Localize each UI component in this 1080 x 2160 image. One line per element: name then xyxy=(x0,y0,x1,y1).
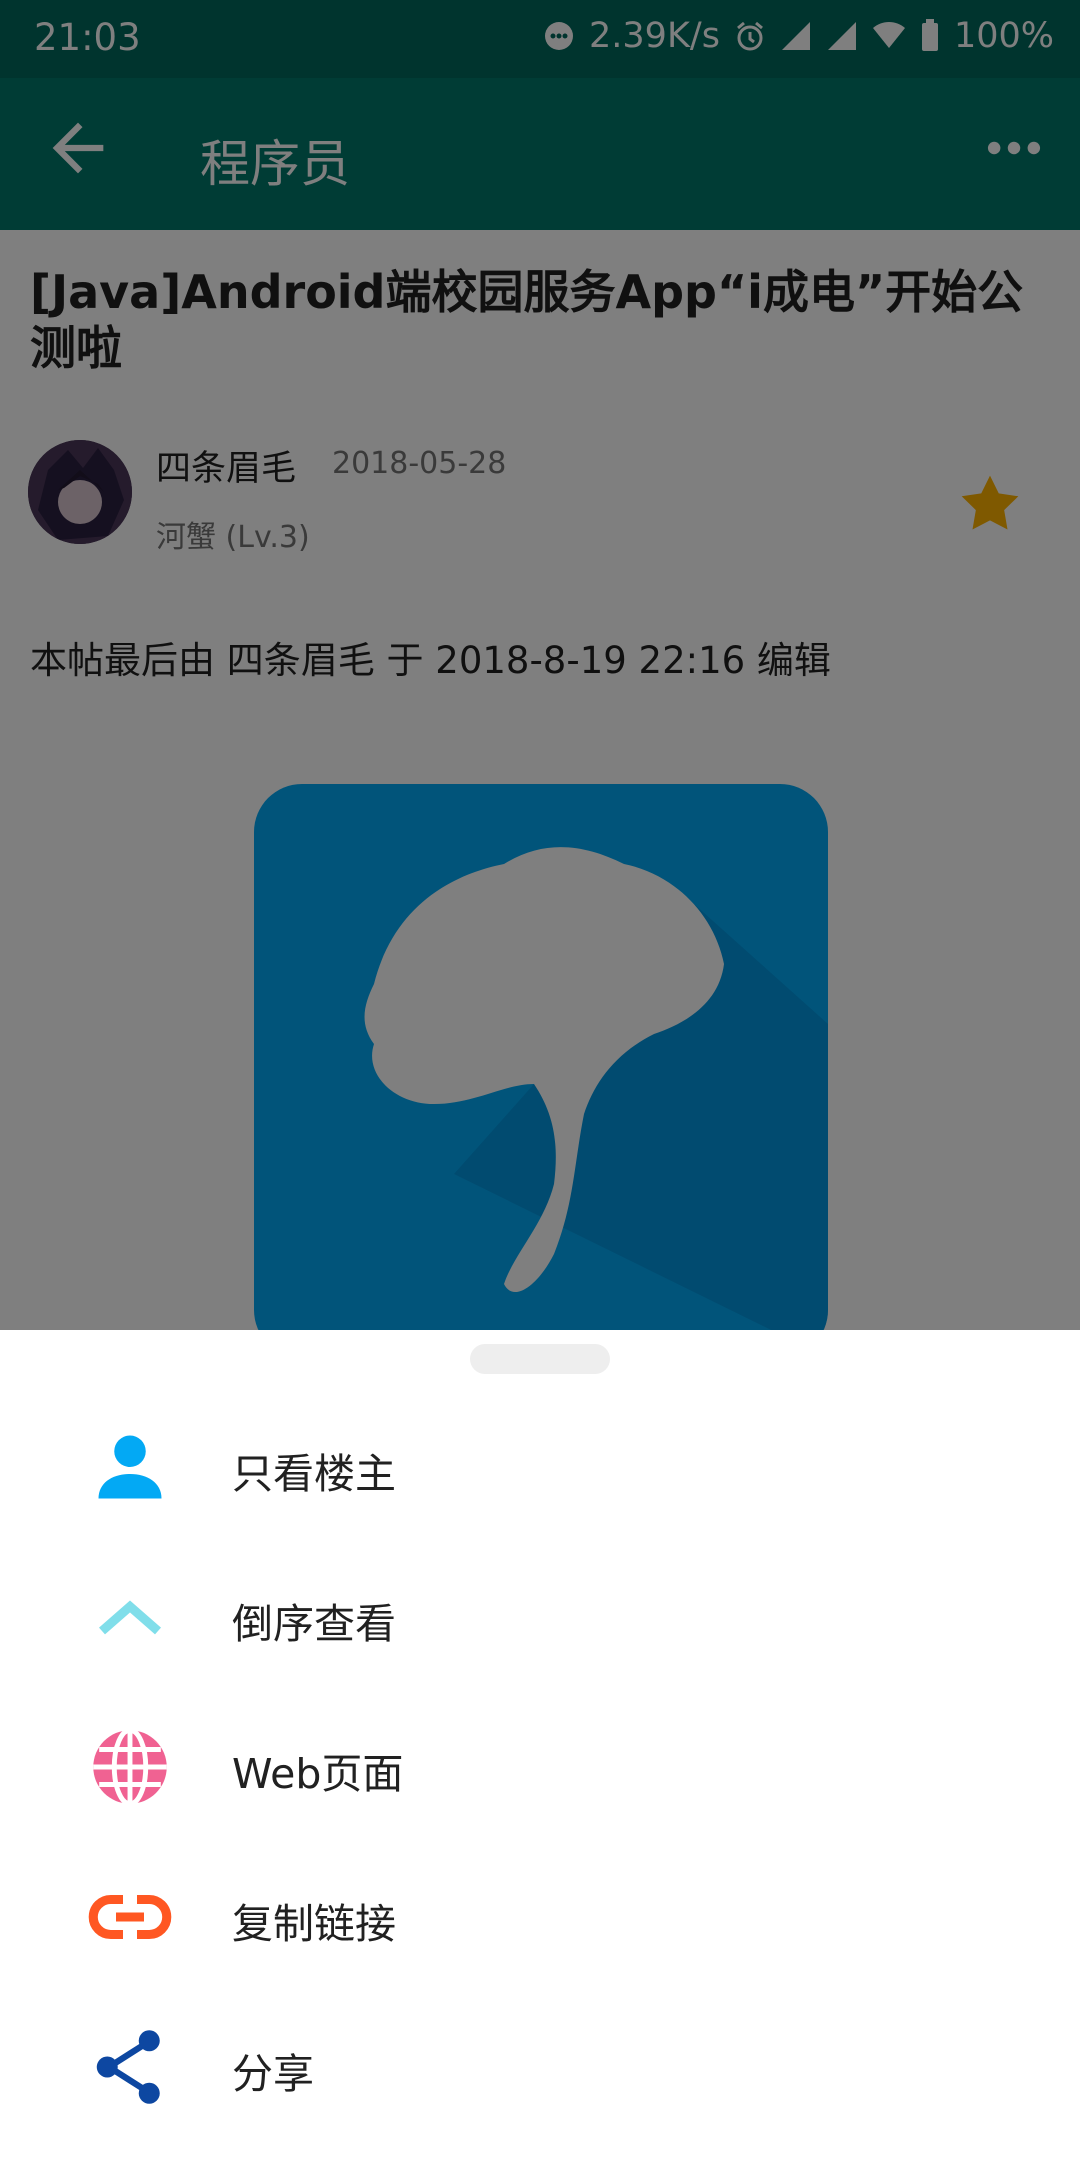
menu-item-reverse-order[interactable]: 倒序查看 xyxy=(0,1540,1080,1690)
share-icon xyxy=(96,2030,160,2104)
bottom-sheet: 只看楼主 倒序查看 Web页面 复制链接 分享 xyxy=(0,1330,1080,2160)
menu-label: 复制链接 xyxy=(232,1900,396,1948)
person-icon xyxy=(98,1435,162,1499)
chevron-up-icon xyxy=(99,1600,161,1635)
drag-handle[interactable] xyxy=(470,1344,610,1374)
menu-label: Web页面 xyxy=(232,1750,404,1798)
menu-item-author-only[interactable]: 只看楼主 xyxy=(0,1390,1080,1540)
menu-item-share[interactable]: 分享 xyxy=(0,1990,1080,2140)
menu-item-copy-link[interactable]: 复制链接 xyxy=(0,1840,1080,1990)
dim-scrim[interactable] xyxy=(0,0,1080,1330)
globe-icon xyxy=(93,1727,167,1807)
link-icon xyxy=(88,1894,172,1940)
menu-item-web-page[interactable]: Web页面 xyxy=(0,1690,1080,1840)
menu-label: 分享 xyxy=(232,2050,314,2098)
menu-label: 只看楼主 xyxy=(232,1450,396,1498)
menu-label: 倒序查看 xyxy=(232,1600,396,1648)
